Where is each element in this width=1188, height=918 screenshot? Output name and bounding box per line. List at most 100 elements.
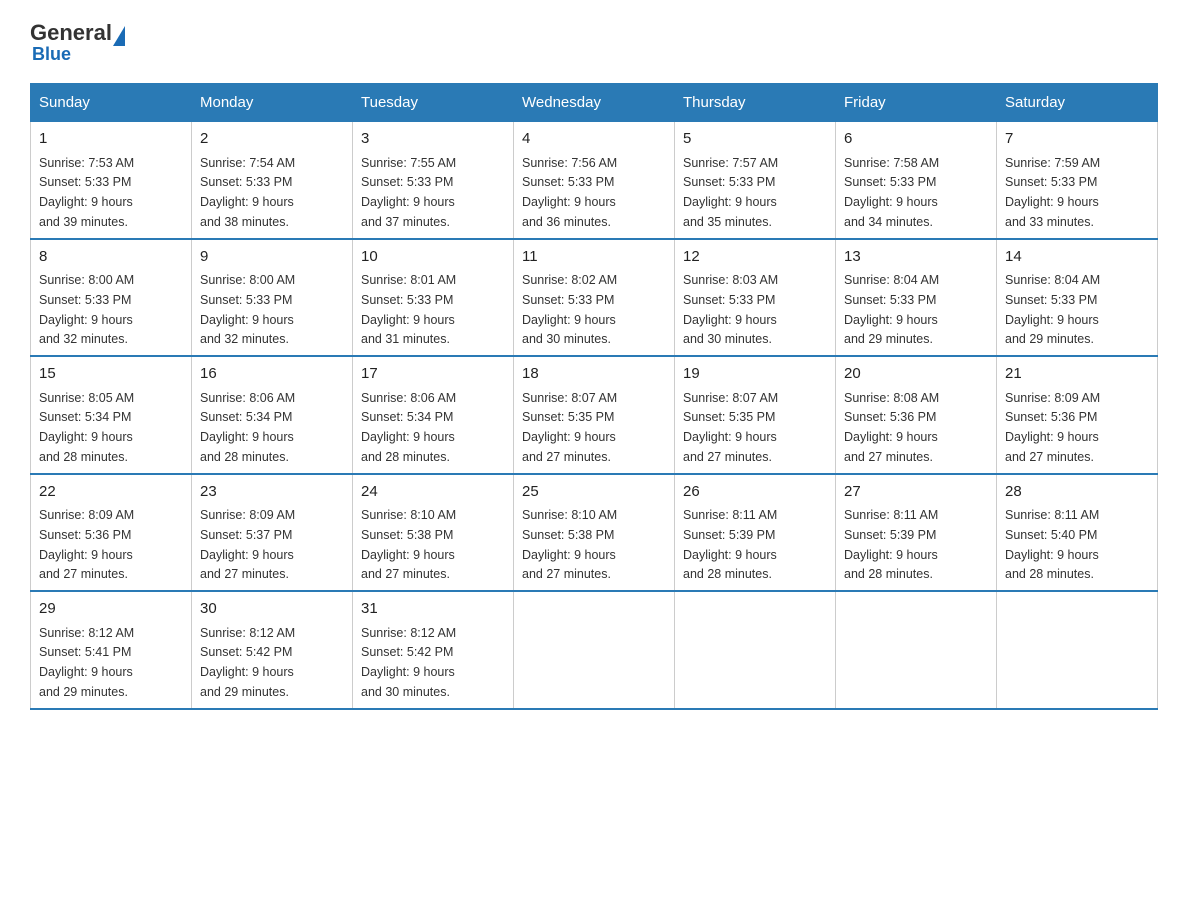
day-info: Sunrise: 7:58 AMSunset: 5:33 PMDaylight:… — [844, 156, 939, 229]
day-number: 29 — [39, 598, 183, 621]
week-row-1: 1 Sunrise: 7:53 AMSunset: 5:33 PMDayligh… — [31, 122, 1158, 239]
week-row-3: 15 Sunrise: 8:05 AMSunset: 5:34 PMDaylig… — [31, 356, 1158, 474]
weekday-header-tuesday: Tuesday — [353, 84, 514, 122]
day-number: 9 — [200, 246, 344, 269]
day-cell-5: 5 Sunrise: 7:57 AMSunset: 5:33 PMDayligh… — [675, 122, 836, 239]
day-info: Sunrise: 8:03 AMSunset: 5:33 PMDaylight:… — [683, 273, 778, 346]
day-number: 23 — [200, 481, 344, 504]
weekday-header-saturday: Saturday — [997, 84, 1158, 122]
day-cell-13: 13 Sunrise: 8:04 AMSunset: 5:33 PMDaylig… — [836, 239, 997, 357]
empty-cell — [675, 591, 836, 709]
day-number: 10 — [361, 246, 505, 269]
day-info: Sunrise: 7:54 AMSunset: 5:33 PMDaylight:… — [200, 156, 295, 229]
empty-cell — [997, 591, 1158, 709]
day-info: Sunrise: 8:07 AMSunset: 5:35 PMDaylight:… — [522, 391, 617, 464]
weekday-header-wednesday: Wednesday — [514, 84, 675, 122]
day-cell-31: 31 Sunrise: 8:12 AMSunset: 5:42 PMDaylig… — [353, 591, 514, 709]
week-row-4: 22 Sunrise: 8:09 AMSunset: 5:36 PMDaylig… — [31, 474, 1158, 592]
week-row-5: 29 Sunrise: 8:12 AMSunset: 5:41 PMDaylig… — [31, 591, 1158, 709]
day-info: Sunrise: 8:02 AMSunset: 5:33 PMDaylight:… — [522, 273, 617, 346]
day-cell-21: 21 Sunrise: 8:09 AMSunset: 5:36 PMDaylig… — [997, 356, 1158, 474]
day-cell-15: 15 Sunrise: 8:05 AMSunset: 5:34 PMDaylig… — [31, 356, 192, 474]
day-info: Sunrise: 8:04 AMSunset: 5:33 PMDaylight:… — [844, 273, 939, 346]
day-cell-2: 2 Sunrise: 7:54 AMSunset: 5:33 PMDayligh… — [192, 122, 353, 239]
day-cell-8: 8 Sunrise: 8:00 AMSunset: 5:33 PMDayligh… — [31, 239, 192, 357]
day-cell-12: 12 Sunrise: 8:03 AMSunset: 5:33 PMDaylig… — [675, 239, 836, 357]
weekday-header-sunday: Sunday — [31, 84, 192, 122]
day-number: 8 — [39, 246, 183, 269]
day-number: 16 — [200, 363, 344, 386]
day-number: 7 — [1005, 128, 1149, 151]
day-cell-26: 26 Sunrise: 8:11 AMSunset: 5:39 PMDaylig… — [675, 474, 836, 592]
day-number: 11 — [522, 246, 666, 269]
day-info: Sunrise: 7:53 AMSunset: 5:33 PMDaylight:… — [39, 156, 134, 229]
day-number: 18 — [522, 363, 666, 386]
day-cell-3: 3 Sunrise: 7:55 AMSunset: 5:33 PMDayligh… — [353, 122, 514, 239]
day-info: Sunrise: 8:00 AMSunset: 5:33 PMDaylight:… — [39, 273, 134, 346]
day-number: 14 — [1005, 246, 1149, 269]
day-info: Sunrise: 7:57 AMSunset: 5:33 PMDaylight:… — [683, 156, 778, 229]
day-cell-16: 16 Sunrise: 8:06 AMSunset: 5:34 PMDaylig… — [192, 356, 353, 474]
day-number: 3 — [361, 128, 505, 151]
day-number: 22 — [39, 481, 183, 504]
day-info: Sunrise: 8:12 AMSunset: 5:42 PMDaylight:… — [200, 626, 295, 699]
weekday-header-row: SundayMondayTuesdayWednesdayThursdayFrid… — [31, 84, 1158, 122]
day-cell-7: 7 Sunrise: 7:59 AMSunset: 5:33 PMDayligh… — [997, 122, 1158, 239]
day-info: Sunrise: 8:08 AMSunset: 5:36 PMDaylight:… — [844, 391, 939, 464]
empty-cell — [514, 591, 675, 709]
day-number: 1 — [39, 128, 183, 151]
day-info: Sunrise: 8:07 AMSunset: 5:35 PMDaylight:… — [683, 391, 778, 464]
day-cell-10: 10 Sunrise: 8:01 AMSunset: 5:33 PMDaylig… — [353, 239, 514, 357]
day-number: 12 — [683, 246, 827, 269]
day-info: Sunrise: 8:09 AMSunset: 5:36 PMDaylight:… — [39, 508, 134, 581]
day-info: Sunrise: 7:56 AMSunset: 5:33 PMDaylight:… — [522, 156, 617, 229]
day-info: Sunrise: 8:12 AMSunset: 5:42 PMDaylight:… — [361, 626, 456, 699]
weekday-header-monday: Monday — [192, 84, 353, 122]
day-info: Sunrise: 7:55 AMSunset: 5:33 PMDaylight:… — [361, 156, 456, 229]
day-number: 27 — [844, 481, 988, 504]
day-number: 31 — [361, 598, 505, 621]
day-number: 28 — [1005, 481, 1149, 504]
day-number: 24 — [361, 481, 505, 504]
weekday-header-thursday: Thursday — [675, 84, 836, 122]
day-info: Sunrise: 8:11 AMSunset: 5:39 PMDaylight:… — [844, 508, 938, 581]
day-info: Sunrise: 8:01 AMSunset: 5:33 PMDaylight:… — [361, 273, 456, 346]
day-info: Sunrise: 8:06 AMSunset: 5:34 PMDaylight:… — [200, 391, 295, 464]
day-info: Sunrise: 8:05 AMSunset: 5:34 PMDaylight:… — [39, 391, 134, 464]
day-number: 26 — [683, 481, 827, 504]
day-cell-1: 1 Sunrise: 7:53 AMSunset: 5:33 PMDayligh… — [31, 122, 192, 239]
day-cell-27: 27 Sunrise: 8:11 AMSunset: 5:39 PMDaylig… — [836, 474, 997, 592]
day-number: 4 — [522, 128, 666, 151]
day-info: Sunrise: 8:11 AMSunset: 5:39 PMDaylight:… — [683, 508, 777, 581]
logo-blue-label: Blue — [32, 44, 71, 65]
day-cell-29: 29 Sunrise: 8:12 AMSunset: 5:41 PMDaylig… — [31, 591, 192, 709]
day-cell-18: 18 Sunrise: 8:07 AMSunset: 5:35 PMDaylig… — [514, 356, 675, 474]
day-number: 5 — [683, 128, 827, 151]
day-cell-23: 23 Sunrise: 8:09 AMSunset: 5:37 PMDaylig… — [192, 474, 353, 592]
day-info: Sunrise: 8:10 AMSunset: 5:38 PMDaylight:… — [361, 508, 456, 581]
day-number: 30 — [200, 598, 344, 621]
day-number: 15 — [39, 363, 183, 386]
page-header: General Blue — [30, 20, 1158, 65]
day-cell-20: 20 Sunrise: 8:08 AMSunset: 5:36 PMDaylig… — [836, 356, 997, 474]
empty-cell — [836, 591, 997, 709]
day-info: Sunrise: 8:09 AMSunset: 5:37 PMDaylight:… — [200, 508, 295, 581]
day-cell-19: 19 Sunrise: 8:07 AMSunset: 5:35 PMDaylig… — [675, 356, 836, 474]
day-cell-30: 30 Sunrise: 8:12 AMSunset: 5:42 PMDaylig… — [192, 591, 353, 709]
day-info: Sunrise: 8:11 AMSunset: 5:40 PMDaylight:… — [1005, 508, 1099, 581]
day-cell-6: 6 Sunrise: 7:58 AMSunset: 5:33 PMDayligh… — [836, 122, 997, 239]
day-number: 6 — [844, 128, 988, 151]
day-cell-4: 4 Sunrise: 7:56 AMSunset: 5:33 PMDayligh… — [514, 122, 675, 239]
day-cell-22: 22 Sunrise: 8:09 AMSunset: 5:36 PMDaylig… — [31, 474, 192, 592]
day-cell-25: 25 Sunrise: 8:10 AMSunset: 5:38 PMDaylig… — [514, 474, 675, 592]
day-number: 13 — [844, 246, 988, 269]
weekday-header-friday: Friday — [836, 84, 997, 122]
day-number: 21 — [1005, 363, 1149, 386]
day-info: Sunrise: 8:09 AMSunset: 5:36 PMDaylight:… — [1005, 391, 1100, 464]
day-number: 25 — [522, 481, 666, 504]
logo: General Blue — [30, 20, 126, 65]
logo-triangle-icon — [113, 26, 125, 46]
day-cell-9: 9 Sunrise: 8:00 AMSunset: 5:33 PMDayligh… — [192, 239, 353, 357]
day-info: Sunrise: 7:59 AMSunset: 5:33 PMDaylight:… — [1005, 156, 1100, 229]
day-cell-14: 14 Sunrise: 8:04 AMSunset: 5:33 PMDaylig… — [997, 239, 1158, 357]
